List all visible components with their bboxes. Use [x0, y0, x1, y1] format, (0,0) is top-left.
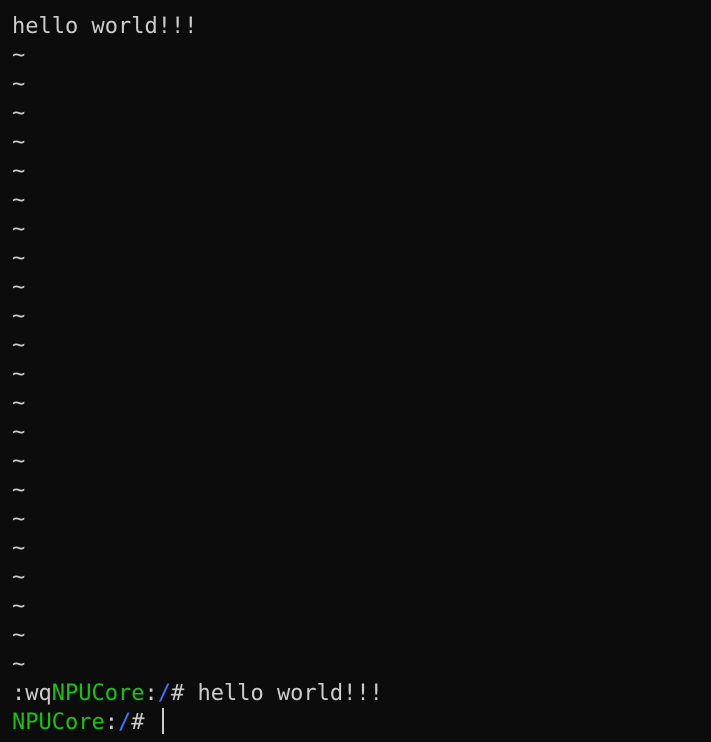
prompt-separator: :: [144, 681, 158, 706]
current-prompt-line[interactable]: NPUCore:/#: [12, 708, 711, 737]
vim-command: :wq: [12, 681, 52, 706]
vim-tilde-marker: ~: [12, 188, 26, 213]
vim-tilde-marker: ~: [12, 565, 26, 590]
prompt-path: /: [117, 710, 132, 735]
vim-buffer-line: hello world!!!: [12, 14, 198, 39]
vim-tilde-marker: ~: [12, 362, 26, 387]
vim-tilde-marker: ~: [12, 130, 26, 155]
prompt-host: NPUCore: [12, 710, 105, 735]
vim-tilde-marker: ~: [12, 333, 26, 358]
vim-tilde-marker: ~: [12, 594, 26, 619]
vim-tilde-marker: ~: [12, 449, 26, 474]
prompt-symbol: #: [170, 681, 198, 706]
terminal-window[interactable]: hello world!!! ~ ~ ~ ~ ~ ~ ~ ~ ~ ~ ~ ~ ~ ~ ~ ~ ~ ~ ~ ~ ~ ~ :w…: [0, 0, 711, 742]
vim-tilde-marker: ~: [12, 652, 26, 677]
vim-tilde-marker: ~: [12, 159, 26, 184]
prompt-path: /: [157, 681, 171, 706]
prompt-separator: :: [104, 710, 118, 735]
shell-output: hello world!!!: [197, 681, 383, 706]
vim-tilde-marker: ~: [12, 246, 26, 271]
vim-tilde-marker: ~: [12, 72, 26, 97]
vim-tilde-marker: ~: [12, 391, 26, 416]
vim-tilde-marker: ~: [12, 217, 26, 242]
vim-tilde-marker: ~: [12, 623, 26, 648]
vim-empty-lines: ~ ~ ~ ~ ~ ~ ~ ~ ~ ~ ~ ~ ~ ~ ~ ~ ~ ~ ~ ~ ~ ~: [12, 41, 711, 679]
vim-tilde-marker: ~: [12, 275, 26, 300]
vim-tilde-marker: ~: [12, 507, 26, 532]
prompt-symbol: #: [131, 710, 158, 735]
vim-tilde-marker: ~: [12, 478, 26, 503]
vim-tilde-marker: ~: [12, 43, 26, 68]
vim-tilde-marker: ~: [12, 304, 26, 329]
vim-tilde-marker: ~: [12, 101, 26, 126]
vim-tilde-marker: ~: [12, 420, 26, 445]
command-output-line: :wqNPUCore:/# hello world!!!: [12, 679, 711, 708]
vim-tilde-marker: ~: [12, 536, 26, 561]
text-cursor: [161, 708, 164, 734]
prompt-host: NPUCore: [51, 681, 145, 706]
